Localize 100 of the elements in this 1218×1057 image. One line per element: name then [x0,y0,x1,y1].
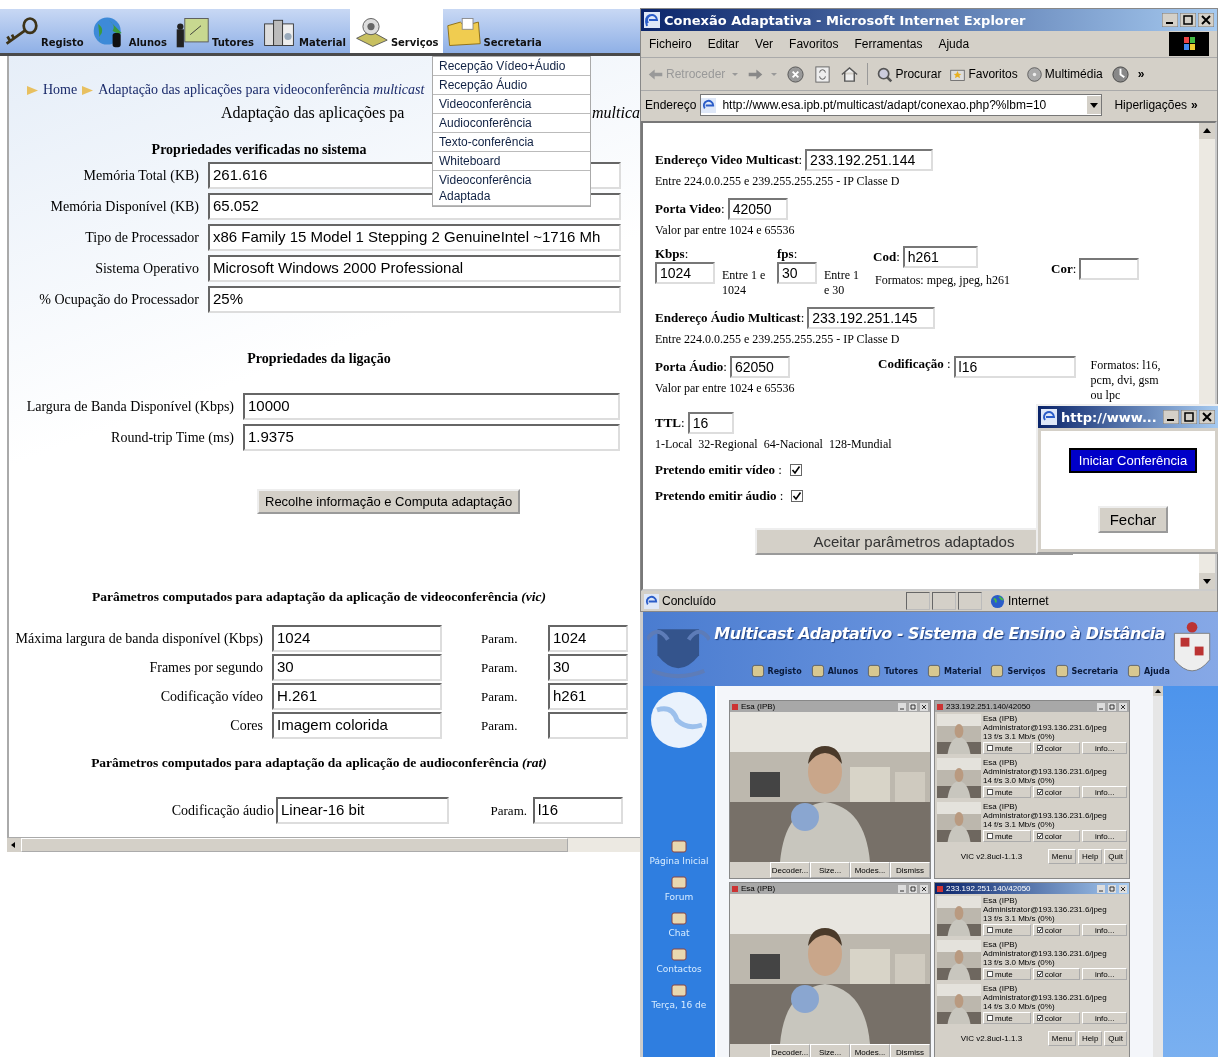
param-field[interactable]: h261 [548,683,628,710]
param-field[interactable]: l16 [533,797,623,824]
mute-checkbox[interactable]: mute [983,786,1031,798]
info-button[interactable]: info... [1082,786,1127,798]
vertical-scrollbar[interactable] [1153,686,1163,1057]
sidebar-link[interactable]: Chat [668,908,690,938]
nav-tab[interactable]: Tutores [170,9,259,53]
nav-link[interactable]: Ajuda [1126,663,1170,679]
vic-button[interactable]: Modes... [850,862,890,878]
nav-tab[interactable]: Material [258,9,350,53]
text-field[interactable]: Microsoft Windows 2000 Professional [208,255,621,282]
vic-button[interactable]: Quit [1104,848,1127,864]
minimize-button[interactable] [1162,13,1178,27]
title-bar[interactable]: Esa (IPB) [730,701,930,712]
nav-link[interactable]: Serviços [989,663,1046,679]
menu-item[interactable]: Favoritos [789,37,839,51]
text-field[interactable]: 1024 [272,625,442,652]
address-field[interactable]: http://www.esa.ipb.pt/multicast/adapt/conexao.php?%lbm=10 [700,94,1103,116]
info-button[interactable]: info... [1082,968,1127,980]
color-checkbox[interactable]: color [1032,1012,1081,1024]
text-field[interactable]: H.261 [272,683,442,710]
scroll-down-icon[interactable] [1199,573,1215,589]
info-button[interactable]: info... [1082,924,1127,936]
text-field[interactable]: 1.9375 [243,424,620,451]
vic-button[interactable]: Modes... [850,1044,890,1057]
color-checkbox[interactable]: color [1032,968,1081,980]
text-field[interactable]: 10000 [243,393,620,420]
breadcrumb-link[interactable]: Home [43,82,78,98]
nav-link[interactable]: Material [925,663,982,679]
title-bar[interactable]: Esa (IPB) [730,883,930,894]
info-button[interactable]: info... [1082,742,1127,754]
text-field[interactable]: 30 [272,654,442,681]
text-field[interactable]: 62050 [729,356,790,378]
vic-button[interactable]: Menu [1047,848,1076,864]
horizontal-scrollbar[interactable] [7,837,640,852]
color-checkbox[interactable]: color [1032,830,1081,842]
window-controls-icon[interactable] [1097,702,1127,711]
text-field[interactable]: 16 [687,412,734,434]
window-controls-icon[interactable] [898,884,928,893]
param-field[interactable]: 30 [548,654,628,681]
text-field[interactable]: Imagem colorida [272,712,442,739]
nav-link[interactable]: Tutores [866,663,918,679]
sidebar-link[interactable]: Contactos [656,944,702,974]
text-field[interactable] [1079,258,1140,280]
vic-button[interactable]: Size... [810,1044,850,1057]
sidebar-link[interactable]: Página Inicial [649,836,709,866]
window-controls-icon[interactable] [898,702,928,711]
more-chevron[interactable]: » [1191,98,1198,112]
mute-checkbox[interactable]: mute [983,968,1031,980]
info-button[interactable]: info... [1082,830,1127,842]
param-field[interactable] [548,712,628,739]
vic-button[interactable]: Decoder... [770,862,810,878]
nav-tab[interactable]: Secretaria [442,9,546,53]
mute-checkbox[interactable]: mute [983,924,1031,936]
more-chevron[interactable]: » [1137,67,1145,81]
close-button[interactable]: Fechar [1097,505,1169,533]
mute-checkbox[interactable]: mute [983,830,1031,842]
nav-link[interactable]: Alunos [809,663,859,679]
param-field[interactable]: 1024 [548,625,628,652]
color-checkbox[interactable]: color [1032,924,1081,936]
maximize-button[interactable] [1180,13,1196,27]
start-conference-button[interactable]: Iniciar Conferência [1068,447,1198,473]
vic-button[interactable]: Help [1077,1030,1103,1046]
breadcrumb-link[interactable]: Adaptação das aplicações para videoconferência multicast [98,82,425,98]
text-field[interactable]: l16 [953,356,1076,378]
nav-link[interactable]: Secretaria [1053,663,1119,679]
text-field[interactable]: 233.192.251.145 [807,307,936,329]
maximize-button[interactable] [1181,410,1197,424]
info-button[interactable]: info... [1082,1012,1127,1024]
menu-item[interactable]: Audioconferência [433,114,590,133]
vic-button[interactable]: Quit [1104,1030,1127,1046]
menu-item[interactable]: Videoconferência Adaptada [433,171,590,206]
vic-button[interactable]: Menu [1047,1030,1076,1046]
color-checkbox[interactable]: color [1032,786,1081,798]
nav-tab[interactable]: Serviços [349,9,443,53]
nav-link[interactable]: Registo [749,663,802,679]
checkbox[interactable] [790,464,802,476]
close-button[interactable] [1199,410,1215,424]
menu-item[interactable]: Ferramentas [854,37,923,51]
checkbox[interactable] [791,490,804,502]
text-field[interactable]: x86 Family 15 Model 1 Stepping 2 GenuineIntel ~1716 Mh [208,224,621,251]
menu-item[interactable]: Whiteboard [433,152,590,171]
compute-button[interactable]: Recolhe informação e Computa adaptação [257,489,521,514]
title-bar[interactable]: 233.192.251.140/42050 [935,883,1129,894]
color-checkbox[interactable]: color [1032,742,1081,754]
sidebar-link[interactable]: Terça, 16 de [651,980,707,1010]
scroll-thumb[interactable] [21,838,568,852]
scroll-up-icon[interactable] [1199,123,1215,139]
menu-item[interactable]: Editar [707,37,740,51]
text-field[interactable]: 42050 [727,198,788,220]
text-field[interactable]: 30 [777,262,817,284]
menu-item[interactable]: Recepção Áudio [433,76,590,95]
vic-button[interactable]: Help [1077,848,1103,864]
scroll-left-icon[interactable] [7,838,21,852]
text-field[interactable]: h261 [902,246,978,268]
menu-item[interactable]: Ficheiro [649,37,692,51]
favorites-button[interactable]: Favoritos [949,65,1018,83]
window-controls-icon[interactable] [1097,884,1127,893]
vic-button[interactable]: Dismiss [890,862,930,878]
links-label[interactable]: Hiperligações [1114,98,1188,112]
